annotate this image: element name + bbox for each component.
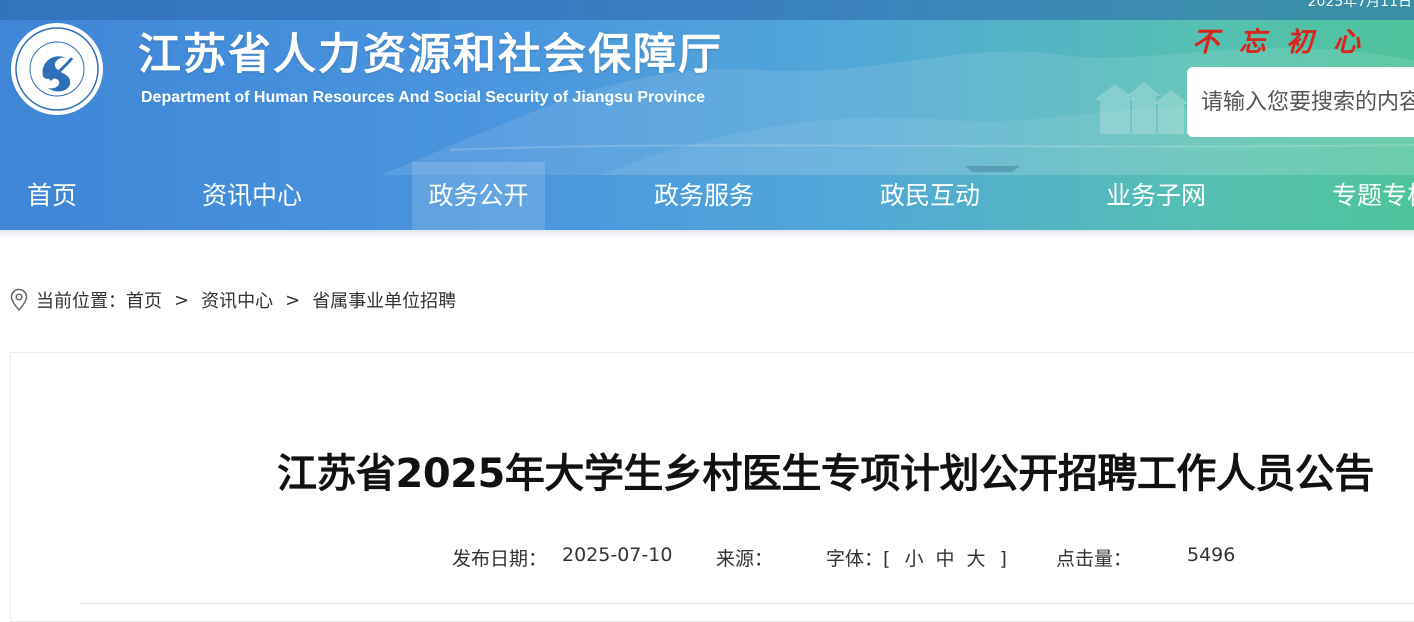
font-size-medium-button[interactable]: 中: [935, 548, 954, 570]
main-nav: 首页 资讯中心 政务公开 政务服务 政民互动 业务子网 专题专栏: [0, 162, 1414, 230]
top-strip: [0, 0, 1414, 20]
search-input[interactable]: [1187, 67, 1414, 137]
publish-date-label: 发布日期：: [452, 548, 548, 570]
font-size-small-button[interactable]: 小: [904, 548, 923, 570]
location-pin-icon: [10, 288, 28, 312]
site-subtitle: Department of Human Resources And Social…: [141, 89, 705, 106]
search-box: [1187, 67, 1414, 137]
publish-date: 2025-07-10: [562, 544, 673, 566]
ministry-logo: [11, 23, 103, 115]
nav-item-news-center[interactable]: 资讯中心: [202, 162, 302, 230]
nav-item-public-interaction[interactable]: 政民互动: [880, 162, 980, 230]
article-title: 江苏省2025年大学生乡村医生专项计划公开招聘工作人员公告: [277, 451, 1374, 497]
breadcrumb-news-center[interactable]: 资讯中心: [201, 287, 273, 313]
nav-item-business-subsites[interactable]: 业务子网: [1106, 162, 1206, 230]
nav-item-government-affairs[interactable]: 政务公开: [412, 162, 545, 230]
site-header: 2025年7月11日 江苏省人力资源和社会保障厅 Department of H…: [0, 0, 1414, 230]
breadcrumb-separator: >: [285, 289, 301, 311]
nav-item-government-services[interactable]: 政务服务: [654, 162, 754, 230]
breadcrumb: 当前位置： 首页 > 资讯中心 > 省属事业单位招聘: [10, 286, 456, 314]
font-size-bracket-close: ]: [999, 548, 1007, 570]
nav-item-special-topics[interactable]: 专题专栏: [1332, 162, 1414, 230]
site-title: 江苏省人力资源和社会保障厅: [138, 30, 723, 80]
nav-shadow: [0, 230, 1414, 238]
font-size-bracket-open: [: [883, 548, 891, 570]
divider: [80, 603, 1414, 604]
views-label: 点击量：: [1056, 548, 1133, 570]
source-label: 来源：: [716, 548, 774, 570]
views-count: 5496: [1187, 544, 1236, 566]
font-size-label: 字体：: [826, 548, 884, 570]
font-size-large-button[interactable]: 大: [966, 548, 985, 570]
breadcrumb-separator: >: [174, 289, 190, 311]
breadcrumb-home[interactable]: 首页: [126, 287, 162, 313]
breadcrumb-current[interactable]: 省属事业单位招聘: [312, 287, 456, 313]
date-text: 2025年7月11日: [1307, 0, 1412, 10]
breadcrumb-prefix: 当前位置：: [36, 291, 126, 312]
font-size-control: 字体：[ 小中大]: [826, 544, 1007, 570]
motto-calligraphy: 不忘初心: [1192, 27, 1380, 58]
nav-item-home[interactable]: 首页: [27, 162, 77, 230]
